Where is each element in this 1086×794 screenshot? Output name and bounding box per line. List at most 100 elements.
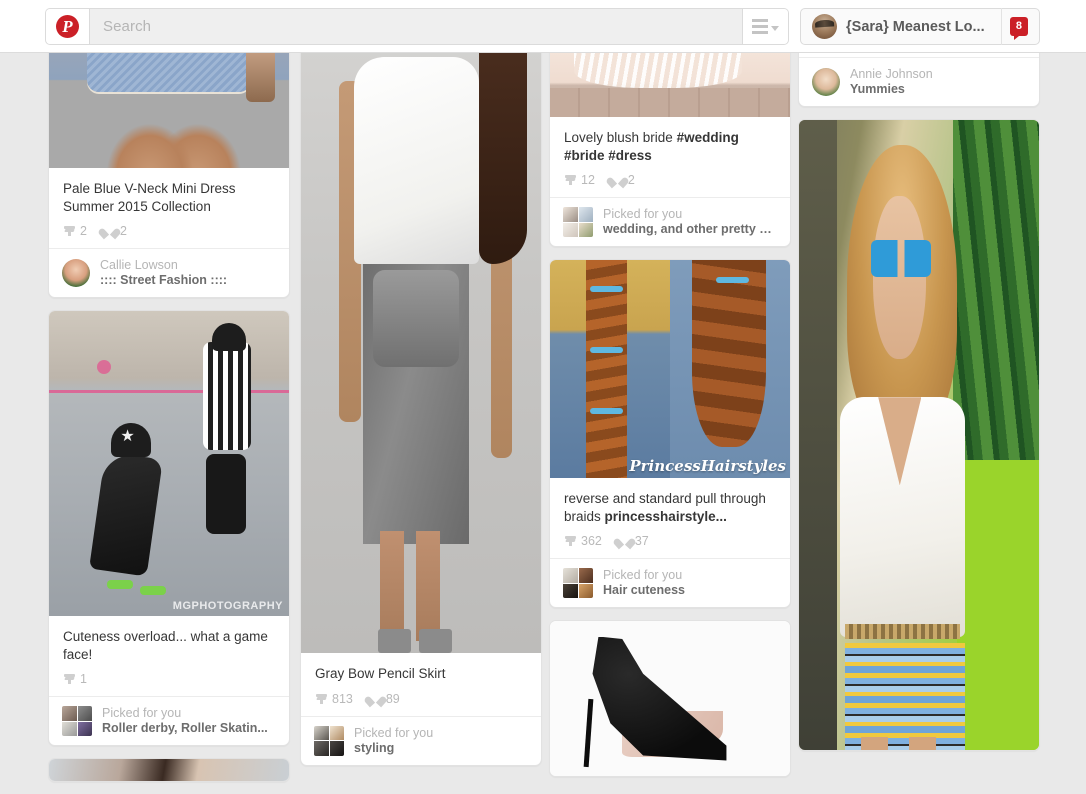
board-column-4: Annie Johnson Yummies: [798, 12, 1040, 763]
image-watermark: MGPHOTOGRAPHY: [172, 600, 283, 612]
pin-title: Gray Bow Pencil Skirt: [315, 666, 446, 681]
pin-body: Lovely blush bride #wedding #bride #dres…: [550, 117, 790, 197]
repin-count: 1: [80, 672, 87, 686]
heart-icon: [369, 694, 382, 706]
pin-footer[interactable]: Picked for you Roller derby, Roller Skat…: [49, 696, 289, 745]
pin-footer-text: Callie Lowson :::: Street Fashion ::::: [100, 258, 227, 288]
like-count: 2: [627, 173, 635, 187]
pin-card[interactable]: MGPHOTOGRAPHY Cuteness overload... what …: [48, 310, 290, 746]
pin-image[interactable]: [550, 621, 790, 776]
pin-image[interactable]: [550, 45, 790, 117]
pin-image[interactable]: MGPHOTOGRAPHY: [49, 311, 289, 616]
board-name: Roller derby, Roller Skatin...: [102, 721, 268, 735]
pin-title: Lovely blush bride #wedding #bride #dres…: [564, 130, 739, 163]
pin-body: Pale Blue V-Neck Mini Dress Summer 2015 …: [49, 168, 289, 248]
picked-for-you-label: Picked for you: [603, 207, 683, 221]
pin-icon: [564, 174, 577, 186]
like-count: 2: [119, 224, 127, 238]
pin-stats: 813 89: [315, 692, 527, 706]
pin-footer[interactable]: Picked for you Hair cuteness: [550, 558, 790, 607]
picked-thumbnail-grid: [314, 725, 344, 756]
pin-stats: 12 2: [564, 173, 776, 187]
search-bar[interactable]: P Search: [45, 8, 789, 45]
avatar[interactable]: [812, 68, 840, 96]
pin-title: reverse and standard pull through braids…: [564, 491, 766, 524]
pinner-name: Annie Johnson: [850, 67, 933, 81]
user-account-menu[interactable]: {Sara} Meanest Lo... 8: [800, 8, 1040, 45]
repin-stat: 12: [564, 173, 595, 187]
picked-thumbnail-grid: [62, 706, 92, 736]
like-stat: 2: [611, 173, 635, 187]
pin-body: reverse and standard pull through braids…: [550, 478, 790, 558]
board-name: :::: Street Fashion ::::: [100, 273, 228, 287]
pin-body: Cuteness overload... what a game face! 1: [49, 616, 289, 696]
pinterest-logo-icon[interactable]: P: [46, 9, 90, 44]
like-count: 89: [385, 691, 400, 706]
like-count: 37: [634, 534, 649, 548]
pin-card[interactable]: Gray Bow Pencil Skirt 813 89 Picked for …: [300, 44, 542, 766]
heart-icon: [618, 536, 631, 548]
avatar[interactable]: [62, 259, 90, 287]
pin-card[interactable]: [798, 119, 1040, 751]
pin-body: Gray Bow Pencil Skirt 813 89: [301, 653, 541, 716]
heart-icon: [611, 175, 624, 187]
avatar[interactable]: [812, 14, 837, 39]
board-name: Hair cuteness: [603, 583, 685, 597]
chevron-down-icon: [771, 25, 779, 31]
pin-footer-text: Annie Johnson Yummies: [850, 67, 933, 97]
pin-icon: [63, 673, 76, 685]
board-name: wedding, and other pretty …: [603, 222, 772, 236]
image-watermark: PrincessHairstyles: [629, 457, 786, 475]
pin-footer-text: Picked for you styling: [354, 726, 433, 756]
pin-title: Pale Blue V-Neck Mini Dress Summer 2015 …: [63, 181, 236, 214]
repin-count: 362: [581, 534, 602, 548]
pin-card[interactable]: [549, 620, 791, 777]
board-column-1: Pale Blue V-Neck Mini Dress Summer 2015 …: [48, 44, 290, 794]
repin-stat: 813: [315, 692, 353, 706]
pin-footer[interactable]: Picked for you styling: [301, 715, 541, 765]
picked-for-you-label: Picked for you: [102, 706, 182, 720]
repin-count: 2: [80, 224, 87, 238]
search-filter-menu-button[interactable]: [742, 9, 788, 44]
like-stat: 37: [618, 534, 649, 548]
pin-icon: [63, 225, 76, 237]
pin-board: Pale Blue V-Neck Mini Dress Summer 2015 …: [0, 0, 1086, 782]
picked-for-you-label: Picked for you: [354, 725, 434, 740]
board-column-3: Lovely blush bride #wedding #bride #dres…: [549, 44, 791, 789]
pin-card[interactable]: PrincessHairstyles reverse and standard …: [549, 259, 791, 608]
repin-stat: 362: [564, 534, 602, 548]
pin-footer[interactable]: Annie Johnson Yummies: [799, 57, 1039, 106]
pin-footer[interactable]: Callie Lowson :::: Street Fashion ::::: [49, 248, 289, 297]
divider: [1000, 8, 1002, 45]
repin-count: 12: [581, 173, 595, 187]
pin-image[interactable]: [799, 120, 1039, 750]
board-column-2: Gray Bow Pencil Skirt 813 89 Picked for …: [300, 44, 542, 778]
pinner-name: Callie Lowson: [100, 258, 178, 272]
pin-title: Cuteness overload... what a game face!: [63, 629, 268, 662]
pin-card[interactable]: [48, 758, 290, 782]
pin-card[interactable]: Lovely blush bride #wedding #bride #dres…: [549, 44, 791, 247]
pin-footer-text: Picked for you Roller derby, Roller Skat…: [102, 706, 268, 736]
notification-badge[interactable]: 8: [1009, 17, 1028, 40]
pin-stats: 1: [63, 672, 275, 686]
top-navigation-bar: P Search {Sara} Meanest Lo... 8: [0, 0, 1086, 53]
pin-stats: 2 2: [63, 224, 275, 238]
search-input[interactable]: Search: [90, 18, 742, 35]
pin-icon: [315, 693, 328, 705]
pin-card[interactable]: Pale Blue V-Neck Mini Dress Summer 2015 …: [48, 44, 290, 298]
like-stat: 89: [369, 692, 400, 706]
pin-image[interactable]: [301, 45, 541, 653]
pin-image[interactable]: PrincessHairstyles: [550, 260, 790, 478]
pin-footer-text: Picked for you wedding, and other pretty…: [603, 207, 772, 237]
pin-footer[interactable]: Picked for you wedding, and other pretty…: [550, 197, 790, 246]
picked-thumbnail-grid: [563, 207, 593, 237]
picked-thumbnail-grid: [563, 568, 593, 598]
pin-image[interactable]: [49, 759, 289, 781]
board-name: Yummies: [850, 82, 905, 96]
pin-icon: [564, 535, 577, 547]
picked-for-you-label: Picked for you: [603, 568, 683, 582]
pin-image[interactable]: [49, 45, 289, 168]
pinterest-p-glyph: P: [56, 15, 79, 38]
pin-footer-text: Picked for you Hair cuteness: [603, 568, 685, 598]
repin-count: 813: [332, 691, 353, 706]
